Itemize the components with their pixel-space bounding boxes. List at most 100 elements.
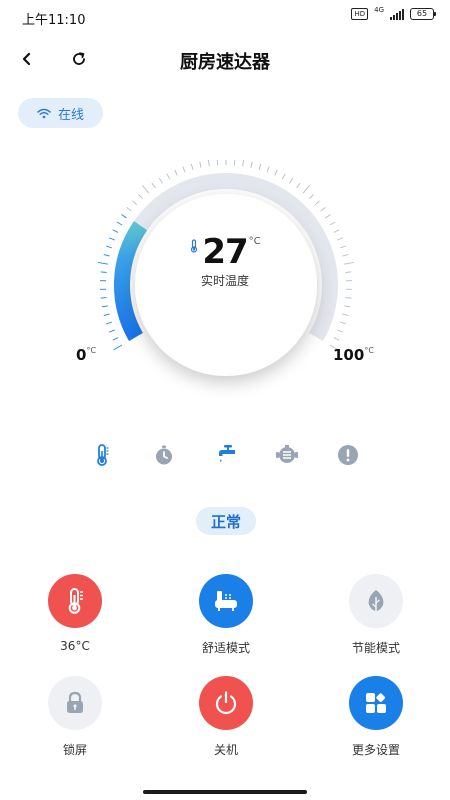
gauge-tick — [106, 321, 113, 325]
gauge-tick — [103, 254, 110, 257]
gauge-tick — [174, 169, 178, 176]
thermometer-status[interactable] — [89, 442, 115, 468]
gauge-tick — [126, 207, 132, 212]
gauge-tick — [344, 261, 355, 265]
range-max-unit: °C — [364, 346, 374, 355]
temperature-unit: °C — [248, 236, 261, 247]
gauge-tick — [302, 185, 310, 194]
gauge-tick — [100, 297, 107, 299]
gauge-tick — [329, 221, 336, 226]
pump-icon — [276, 445, 298, 463]
gauge-tick — [207, 160, 210, 167]
temperature-caption: 实时温度 — [200, 274, 249, 288]
gauge-tick — [289, 177, 294, 184]
gauge-tick — [100, 271, 107, 273]
network-label: 4G — [374, 6, 384, 14]
timer-status[interactable] — [151, 442, 177, 468]
gauge-tick — [339, 321, 346, 325]
gauge-tick — [116, 221, 123, 226]
gauge-tick — [182, 166, 186, 173]
comfort-mode-label: 舒适模式 — [201, 641, 250, 655]
alert-status[interactable] — [335, 442, 361, 468]
temperature-gauge: 27 °C 实时温度 0°C 100°C — [0, 160, 450, 400]
power-icon — [215, 691, 237, 715]
temperature-setting-label: 36°C — [60, 639, 90, 653]
power-off-button[interactable]: 关机 — [171, 676, 281, 758]
more-settings-button[interactable]: 更多设置 — [321, 676, 431, 758]
faucet-icon — [219, 445, 235, 462]
eco-mode-circle — [349, 574, 403, 628]
gauge-readout: 27 °C 实时温度 — [135, 232, 315, 289]
bathtub-icon — [215, 591, 237, 611]
thermometer-icon — [68, 588, 83, 614]
gauge-tick — [106, 245, 113, 249]
gauge-tick — [242, 160, 245, 167]
gauge-tick — [337, 329, 344, 333]
gauge-tick — [97, 261, 108, 265]
gauge-tick — [345, 297, 352, 299]
power-off-circle — [199, 676, 253, 730]
gauge-tick — [342, 313, 349, 316]
eco-mode-label: 节能模式 — [351, 641, 400, 655]
gauge-tick — [320, 207, 326, 212]
gauge-tick — [345, 271, 352, 273]
gauge-tick — [113, 344, 123, 351]
gauge-tick — [274, 169, 278, 176]
leaf-icon — [368, 590, 384, 613]
comfort-mode-button[interactable]: 舒适模式 — [171, 574, 281, 656]
gauge-tick — [250, 161, 253, 168]
more-settings-circle — [349, 676, 403, 730]
nav-bar: 厨房速达器 — [0, 40, 450, 80]
gauge-tick — [158, 177, 163, 184]
gauge-tick — [121, 214, 127, 219]
temperature-setting-button[interactable]: 36°C — [20, 574, 130, 653]
comfort-mode-circle — [199, 574, 253, 628]
gauge-tick — [190, 163, 194, 170]
gauge-tick — [199, 161, 202, 168]
temperature-setting-circle — [48, 574, 102, 628]
gauge-tick — [342, 254, 349, 257]
gauge-tick — [142, 185, 150, 194]
gauge-tick — [281, 173, 286, 180]
more-settings-label: 更多设置 — [351, 743, 400, 757]
gauge-tick — [309, 194, 314, 200]
back-button[interactable] — [14, 46, 40, 72]
current-temperature: 27 — [202, 232, 248, 272]
range-min-value: 0 — [76, 346, 87, 364]
faucet-status[interactable] — [213, 442, 239, 468]
battery-icon: 65 — [410, 8, 436, 20]
gauge-tick — [266, 166, 270, 173]
online-status-badge: 在线 — [18, 98, 103, 128]
gauge-tick — [112, 337, 119, 341]
power-off-label: 关机 — [213, 743, 238, 757]
gauge-tick — [108, 329, 115, 333]
status-time: 上午11:10 — [22, 13, 86, 28]
wifi-icon — [37, 108, 51, 118]
refresh-button[interactable] — [66, 46, 92, 72]
gauge-tick — [258, 163, 262, 170]
refresh-icon — [73, 52, 85, 65]
lock-icon — [67, 691, 83, 713]
gauge-tick — [112, 229, 119, 233]
eco-mode-button[interactable]: 节能模式 — [321, 574, 431, 656]
gauge-tick — [296, 182, 301, 189]
status-bar: 上午11:10 HD 4G 65 — [0, 0, 450, 34]
gauge-tick — [108, 237, 115, 241]
gauge-tick — [314, 200, 320, 206]
range-max-value: 100 — [333, 346, 365, 364]
gauge-tick — [151, 182, 156, 189]
lock-screen-button[interactable]: 锁屏 — [20, 676, 130, 758]
online-status-text: 在线 — [57, 107, 84, 123]
gauge-tick — [103, 313, 110, 316]
gauge-tick — [101, 305, 108, 308]
signal-icon — [390, 8, 404, 20]
gauge-tick — [333, 337, 340, 341]
pump-status[interactable] — [274, 442, 300, 468]
apps-icon — [366, 693, 386, 713]
state-badge: 正常 — [196, 507, 256, 535]
home-indicator[interactable] — [143, 790, 307, 794]
lock-screen-label: 锁屏 — [62, 743, 87, 757]
timer-icon — [156, 445, 172, 465]
gauge-tick — [138, 194, 143, 200]
range-max-label: 100°C — [333, 346, 374, 364]
